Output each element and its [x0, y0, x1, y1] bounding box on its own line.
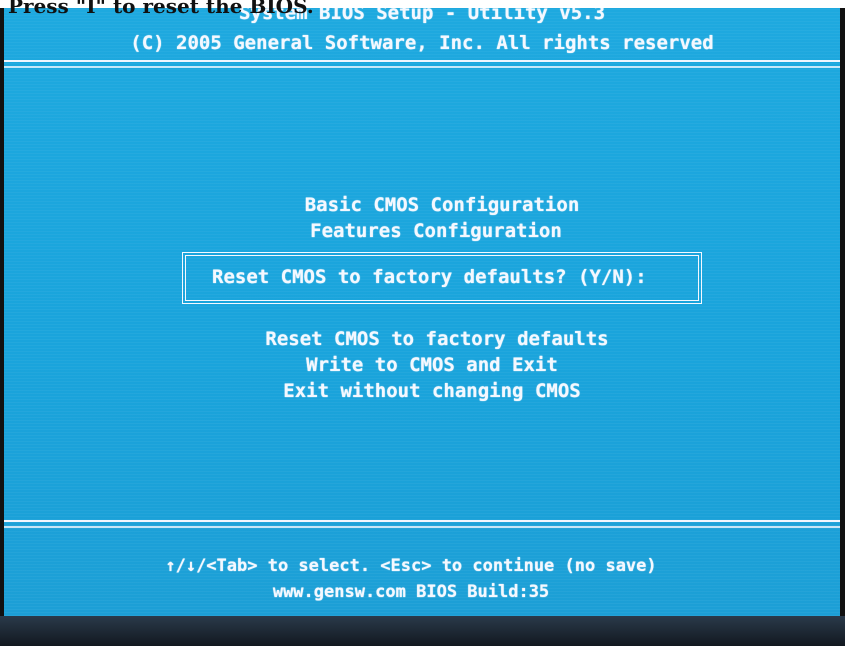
caption-text: Press "I" to reset the BIOS.	[8, 0, 314, 18]
bios-screen: System BIOS Setup - Utility v5.3 (C) 200…	[4, 8, 840, 616]
bios-copyright: (C) 2005 General Software, Inc. All righ…	[130, 32, 714, 54]
header-divider-secondary	[4, 66, 840, 68]
menu-item-basic-cmos[interactable]: Basic CMOS Configuration	[44, 194, 840, 216]
menu-item-write-exit[interactable]: Write to CMOS and Exit	[24, 354, 840, 376]
footer-help: ↑/↓/<Tab> to select. <Esc> to continue (…	[165, 556, 657, 576]
menu-item-features[interactable]: Features Configuration	[32, 220, 840, 242]
header-divider	[4, 60, 840, 62]
footer-divider-secondary	[4, 526, 840, 528]
monitor-bezel	[0, 616, 845, 646]
footer-divider	[4, 520, 840, 522]
menu-item-exit-no-change[interactable]: Exit without changing CMOS	[24, 380, 840, 402]
footer-build: www.gensw.com BIOS Build:35	[272, 582, 550, 602]
menu-item-reset-defaults[interactable]: Reset CMOS to factory defaults	[34, 328, 840, 350]
dialog-prompt: Reset CMOS to factory defaults? (Y/N):	[212, 266, 647, 288]
reset-cmos-dialog[interactable]: Reset CMOS to factory defaults? (Y/N):	[182, 252, 702, 304]
